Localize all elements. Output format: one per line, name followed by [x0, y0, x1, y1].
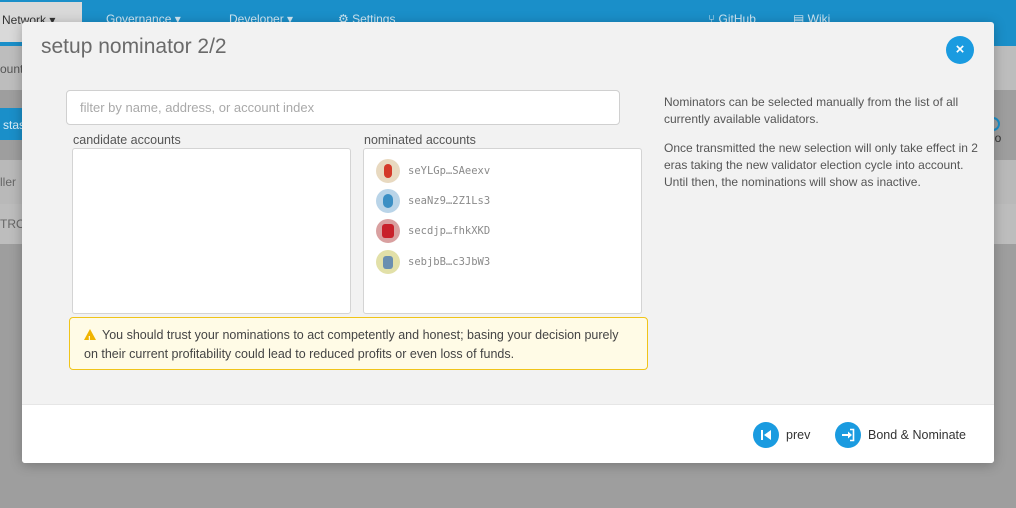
- account-name: seaNz9…2Z1Ls3: [408, 195, 491, 207]
- identicon-avatar: [376, 189, 400, 213]
- warning-icon: [84, 329, 96, 349]
- account-name: secdjp…fhkXKD: [408, 225, 491, 237]
- help-text-eras: Once transmitted the new selection will …: [664, 141, 978, 189]
- step-backward-icon: [753, 422, 779, 448]
- prev-label: prev: [786, 428, 811, 442]
- sign-in-icon: [835, 422, 861, 448]
- list-item[interactable]: sebjbB…c3JbW3: [376, 249, 490, 275]
- candidate-accounts-label: candidate accounts: [73, 133, 181, 147]
- warning-text: You should trust your nominations to act…: [84, 328, 619, 361]
- nominated-accounts-label: nominated accounts: [364, 133, 476, 147]
- identicon-avatar: [376, 250, 400, 274]
- identicon-avatar: [376, 159, 400, 183]
- nominator-modal: setup nominator 2/2 × candidate accounts…: [22, 22, 994, 463]
- candidate-accounts-list[interactable]: [72, 148, 351, 314]
- bond-nominate-button[interactable]: Bond & Nominate: [835, 422, 966, 448]
- modal-footer: prev Bond & Nominate: [22, 404, 994, 463]
- filter-input[interactable]: [66, 90, 620, 125]
- list-item[interactable]: seaNz9…2Z1Ls3: [376, 188, 490, 214]
- close-icon[interactable]: ×: [946, 36, 974, 64]
- account-name: sebjbB…c3JbW3: [408, 256, 491, 268]
- bond-nominate-label: Bond & Nominate: [868, 428, 966, 442]
- prev-button[interactable]: prev: [753, 422, 810, 448]
- account-name: seYLGp…SAeexv: [408, 165, 491, 177]
- background-button[interactable]: stas: [0, 108, 22, 140]
- nominated-accounts-list[interactable]: seYLGp…SAeexv seaNz9…2Z1Ls3 secdjp…fhkXK…: [363, 148, 642, 314]
- list-item[interactable]: seYLGp…SAeexv: [376, 158, 490, 184]
- subnav-tab[interactable]: ount: [0, 62, 23, 76]
- list-item[interactable]: secdjp…fhkXKD: [376, 218, 490, 244]
- background-filter-text: ller: [0, 175, 17, 189]
- warning-message: You should trust your nominations to act…: [69, 317, 648, 370]
- modal-title: setup nominator 2/2: [41, 35, 227, 58]
- identicon-avatar: [376, 219, 400, 243]
- help-text-manual: Nominators can be selected manually from…: [664, 95, 959, 126]
